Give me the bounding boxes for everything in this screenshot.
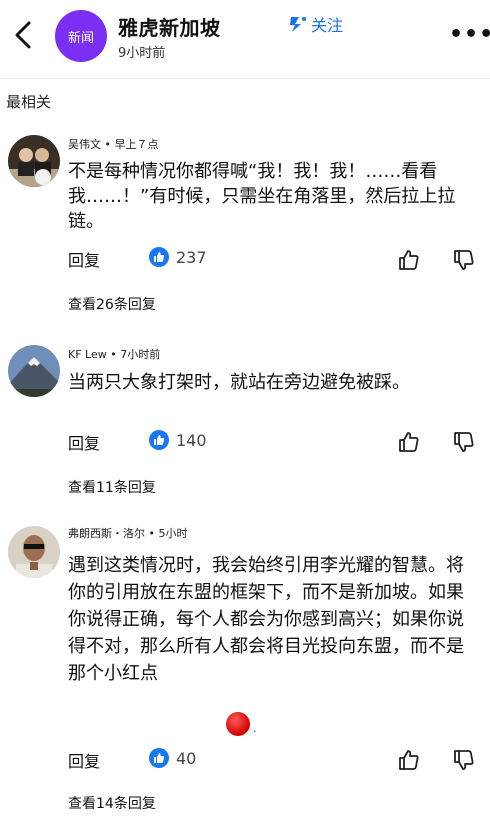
- thumbs-up-icon[interactable]: [397, 248, 421, 272]
- thumbs-up-icon[interactable]: [397, 748, 421, 772]
- like-count[interactable]: 140: [149, 430, 207, 450]
- channel-name[interactable]: 雅虎新加坡: [118, 12, 221, 41]
- avatar[interactable]: [8, 345, 60, 397]
- meta-separator: •: [148, 527, 159, 540]
- comment-meta: KF Lew • 7小时前: [68, 346, 160, 362]
- comment-time: 5小时: [158, 527, 188, 540]
- reply-button[interactable]: 回复: [68, 430, 100, 454]
- back-arrow-icon[interactable]: [10, 20, 36, 50]
- thumbs-down-icon[interactable]: [452, 748, 476, 772]
- follow-button[interactable]: 关注: [287, 12, 343, 36]
- reply-button[interactable]: 回复: [68, 247, 100, 271]
- view-replies-link[interactable]: 查看14条回复: [68, 793, 156, 813]
- like-count-value: 40: [176, 748, 197, 768]
- logo-text: 新闻: [67, 30, 94, 46]
- channel-logo[interactable]: 新闻: [55, 10, 107, 62]
- avatar[interactable]: [8, 135, 60, 187]
- avatar[interactable]: [8, 526, 60, 578]
- view-replies-link[interactable]: 查看26条回复: [68, 294, 156, 314]
- comment-time: 早上７点: [114, 138, 159, 151]
- like-bubble-icon: [149, 430, 169, 450]
- follow-icon: [290, 17, 306, 32]
- like-bubble-icon: [149, 748, 169, 768]
- comment-author[interactable]: KF Lew: [68, 348, 107, 361]
- avatar-photo: [8, 135, 60, 187]
- comment-meta: 弗朗西斯・洛尔 • 5小时: [68, 525, 188, 541]
- comment-text: 遇到这类情况时，我会始终引用李光耀的智慧。将你的引用放在东盟的框架下，而不是新加…: [68, 555, 464, 684]
- follow-label: 关注: [311, 16, 344, 35]
- like-count[interactable]: 237: [149, 247, 207, 267]
- meta-separator: •: [110, 348, 121, 361]
- like-count-value: 237: [176, 247, 207, 267]
- meta-separator: •: [104, 138, 115, 151]
- post-time: 9小时前: [118, 46, 166, 61]
- thumbs-down-icon[interactable]: [452, 248, 476, 272]
- view-replies-link[interactable]: 查看11条回复: [68, 477, 156, 497]
- red-dot-emoji: [226, 712, 250, 736]
- more-options-icon[interactable]: •••: [449, 22, 490, 47]
- avatar-photo: [8, 526, 60, 578]
- comment-text: 当两只大象打架时，就站在旁边避免被踩。: [68, 372, 410, 393]
- sort-label[interactable]: 最相关: [6, 91, 51, 112]
- thumbs-down-icon[interactable]: [452, 430, 476, 454]
- like-bubble-icon: [149, 247, 169, 267]
- header-divider: [0, 78, 490, 79]
- period-mark: .: [253, 722, 257, 735]
- comment-text: 不是每种情况你都得喊“我！我！我！……看看我……！”有时候，只需坐在角落里，然后…: [68, 161, 456, 232]
- comment-author[interactable]: 弗朗西斯・洛尔: [68, 527, 145, 540]
- avatar-photo: [8, 345, 60, 397]
- reply-button[interactable]: 回复: [68, 748, 100, 772]
- like-count[interactable]: 40: [149, 748, 196, 768]
- comment-author[interactable]: 吴伟文: [68, 138, 101, 151]
- comment-time: 7小时前: [120, 348, 161, 361]
- like-count-value: 140: [176, 430, 207, 450]
- thumbs-up-icon[interactable]: [397, 430, 421, 454]
- comment-meta: 吴伟文 • 早上７点: [68, 136, 159, 152]
